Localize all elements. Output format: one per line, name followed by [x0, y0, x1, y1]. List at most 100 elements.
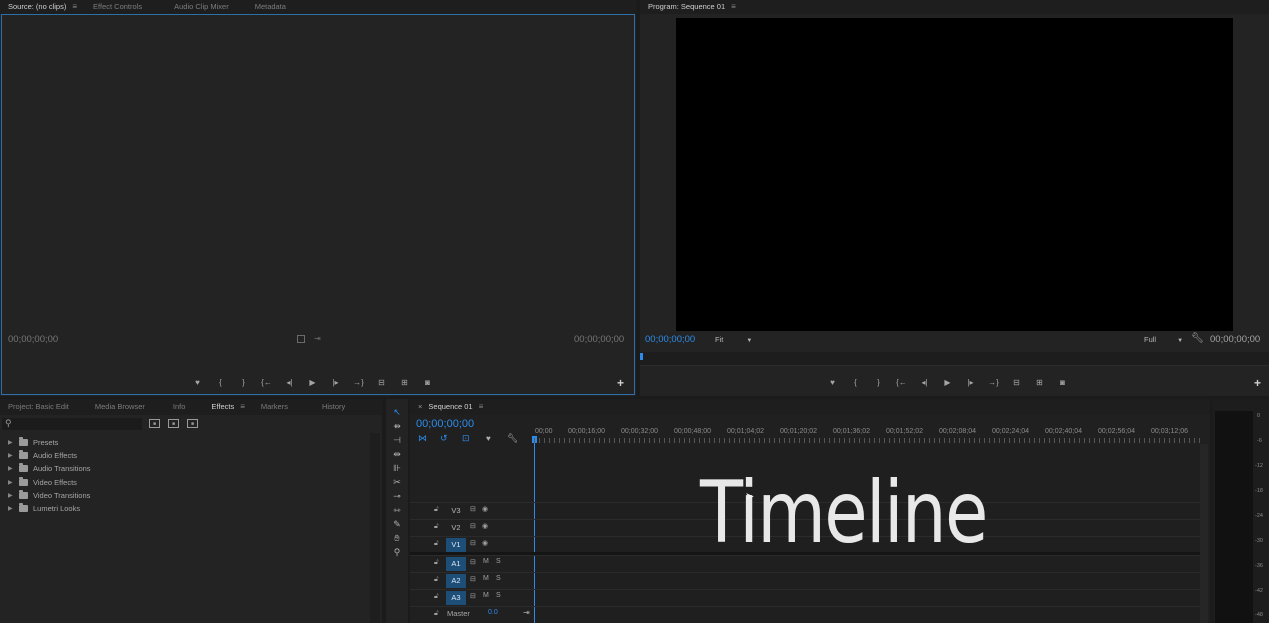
eye-icon[interactable]: ◉	[482, 522, 488, 530]
lock-icon[interactable]: 🔓︎	[434, 523, 439, 531]
mark-in-icon[interactable]: {	[209, 377, 232, 389]
tree-item-lumetri-looks[interactable]: ▶ Lumetri Looks	[8, 502, 80, 515]
mark-out-icon[interactable]: }	[867, 377, 890, 389]
track-select-tool-icon[interactable]: ⇻	[389, 420, 405, 433]
toggle-sync-icon[interactable]: ⊟	[470, 592, 476, 600]
slip-tool-icon[interactable]: ⊸	[389, 490, 405, 503]
panel-menu-icon[interactable]: ≡	[731, 0, 736, 14]
solo-button[interactable]: S	[496, 558, 501, 565]
program-monitor-screen[interactable]	[676, 18, 1233, 331]
track-master[interactable]: 🔓︎ Master 0.0 ⇥	[410, 606, 1200, 622]
master-volume-value[interactable]: 0.0	[488, 609, 498, 616]
go-to-end-icon[interactable]: ⇥	[523, 608, 530, 617]
go-to-in-icon[interactable]: {←	[255, 377, 278, 389]
effects-search-field[interactable]: ⚲	[2, 418, 142, 430]
slide-tool-icon[interactable]: ⇿	[389, 504, 405, 517]
extract-icon[interactable]: ⊞	[1028, 377, 1051, 389]
go-to-in-icon[interactable]: {←	[890, 377, 913, 389]
source-export-icon[interactable]: ⇥	[314, 334, 321, 343]
lock-icon[interactable]: 🔓︎	[434, 593, 439, 601]
play-icon[interactable]: ▶	[936, 377, 959, 389]
mute-button[interactable]: M	[483, 558, 489, 565]
ripple-edit-tool-icon[interactable]: ⊣	[389, 434, 405, 447]
track-label[interactable]: V2	[446, 521, 466, 535]
panel-menu-icon[interactable]: ≡	[72, 0, 77, 14]
insert-sequence-icon[interactable]: ⊡	[462, 433, 470, 444]
track-a3[interactable]: 🔓︎ A3 ⊟ M S	[410, 589, 1200, 605]
mute-button[interactable]: M	[483, 592, 489, 599]
tab-program[interactable]: Program: Sequence 01 ≡	[640, 0, 744, 14]
32bit-effects-icon[interactable]: ■	[168, 419, 179, 428]
source-timecode-right[interactable]: 00;00;00;00	[574, 334, 624, 345]
tree-item-audio-transitions[interactable]: ▶ Audio Transitions	[8, 462, 91, 475]
lock-icon[interactable]: 🔓︎	[434, 610, 439, 618]
step-forward-icon[interactable]: |▸	[324, 377, 347, 389]
insert-icon[interactable]: ⊟	[370, 377, 393, 389]
track-a2[interactable]: 🔓︎ A2 ⊟ M S	[410, 572, 1200, 588]
program-timecode-right[interactable]: 00;00;00;00	[1210, 334, 1260, 345]
snap-icon[interactable]: ⋈	[418, 433, 427, 444]
lock-icon[interactable]: 🔓︎	[434, 506, 439, 514]
eye-icon[interactable]: ◉	[482, 539, 488, 547]
lock-icon[interactable]: 🔓︎	[434, 559, 439, 567]
step-forward-icon[interactable]: |▸	[959, 377, 982, 389]
timeline-vertical-scrollbar[interactable]	[1200, 444, 1208, 623]
timeline-settings-icon[interactable]: 🔧︎	[507, 433, 518, 444]
wrench-icon[interactable]: 🔧︎	[1191, 333, 1204, 344]
tab-media-browser[interactable]: Media Browser	[87, 400, 153, 414]
tab-info[interactable]: Info	[165, 400, 194, 414]
playhead-icon[interactable]	[640, 353, 643, 360]
tree-item-video-transitions[interactable]: ▶ Video Transitions	[8, 489, 90, 502]
source-timecode-left[interactable]: 00;00;00;00	[8, 334, 58, 345]
tab-history[interactable]: History	[314, 400, 353, 414]
fit-dropdown[interactable]: Fit ▼	[715, 335, 752, 344]
go-to-out-icon[interactable]: →}	[982, 377, 1005, 389]
tree-item-presets[interactable]: ▶ Presets	[8, 436, 58, 449]
lock-icon[interactable]: 🔓︎	[434, 540, 439, 548]
razor-tool-icon[interactable]: ✂	[389, 476, 405, 489]
effects-scrollbar[interactable]	[370, 433, 380, 623]
tab-project[interactable]: Project: Basic Edit	[0, 400, 77, 414]
tab-effect-controls[interactable]: Effect Controls	[85, 0, 150, 14]
track-label[interactable]: V3	[446, 504, 466, 518]
add-marker-icon[interactable]: ♥	[486, 434, 491, 443]
step-back-icon[interactable]: ◂|	[278, 377, 301, 389]
marker-icon[interactable]: ♥	[186, 377, 209, 389]
program-timecode-left[interactable]: 00;00;00;00	[645, 334, 695, 345]
solo-button[interactable]: S	[496, 575, 501, 582]
marker-icon[interactable]: ♥	[821, 377, 844, 389]
selection-tool-icon[interactable]: ↖	[389, 406, 405, 419]
track-label[interactable]: V1	[446, 538, 466, 552]
toggle-sync-icon[interactable]: ⊟	[470, 539, 476, 547]
tree-item-audio-effects[interactable]: ▶ Audio Effects	[8, 449, 77, 462]
expand-triangle-icon[interactable]: ▶	[8, 492, 14, 499]
source-settings-icon[interactable]	[297, 335, 305, 343]
yuv-effects-icon[interactable]: ■	[187, 419, 198, 428]
expand-triangle-icon[interactable]: ▶	[8, 479, 14, 486]
go-to-out-icon[interactable]: →}	[347, 377, 370, 389]
pen-tool-icon[interactable]: ✎	[389, 518, 405, 531]
step-back-icon[interactable]: ◂|	[913, 377, 936, 389]
zoom-tool-icon[interactable]: ⚲	[389, 546, 405, 559]
tab-markers[interactable]: Markers	[253, 400, 296, 414]
rate-stretch-tool-icon[interactable]: ⊪	[389, 462, 405, 475]
mark-out-icon[interactable]: }	[232, 377, 255, 389]
program-scrub-bar[interactable]	[640, 352, 1269, 366]
camera-icon[interactable]: ◙	[1051, 377, 1074, 389]
camera-icon[interactable]: ◙	[416, 377, 439, 389]
lift-icon[interactable]: ⊟	[1005, 377, 1028, 389]
tab-audio-clip-mixer[interactable]: Audio Clip Mixer	[166, 0, 237, 14]
tab-source[interactable]: Source: (no clips) ≡	[0, 0, 85, 14]
full-dropdown[interactable]: Full ▼	[1144, 335, 1183, 344]
track-label[interactable]: A2	[446, 574, 466, 588]
track-label[interactable]: A3	[446, 591, 466, 605]
eye-icon[interactable]: ◉	[482, 505, 488, 513]
add-button-icon[interactable]: +	[617, 376, 624, 390]
mute-button[interactable]: M	[483, 575, 489, 582]
accelerated-effects-icon[interactable]: ■	[149, 419, 160, 428]
toggle-sync-icon[interactable]: ⊟	[470, 505, 476, 513]
close-icon[interactable]: ×	[418, 400, 422, 414]
panel-menu-icon[interactable]: ≡	[240, 400, 245, 414]
expand-triangle-icon[interactable]: ▶	[8, 505, 14, 512]
expand-triangle-icon[interactable]: ▶	[8, 465, 14, 472]
